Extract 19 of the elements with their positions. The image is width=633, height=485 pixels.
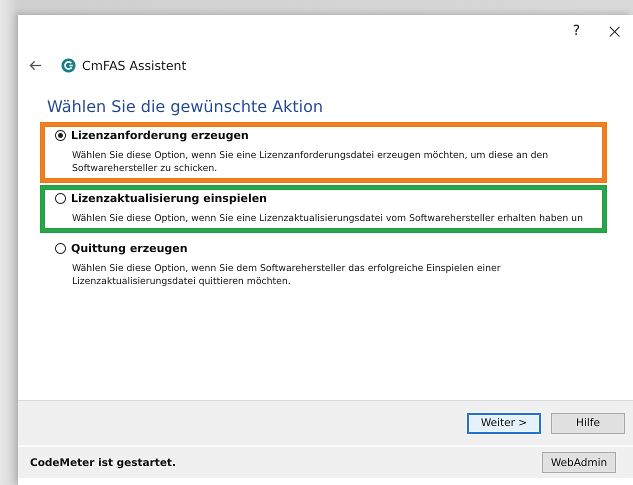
webadmin-button[interactable]: WebAdmin [542, 452, 616, 473]
app-title: CmFAS Assistent [82, 58, 186, 72]
option-label[interactable]: Lizenzanforderung erzeugen [71, 129, 249, 142]
page-heading: Wählen Sie die gewünschte Aktion [47, 97, 324, 116]
logo-icon [61, 58, 76, 72]
dialog-button[interactable]: Weiter > [467, 412, 541, 434]
option-label[interactable]: Lizenzaktualisierung einspielen [71, 192, 268, 205]
radio-button[interactable] [55, 193, 66, 204]
help-button[interactable]: ? [566, 23, 586, 39]
option-description: Wählen Sie diese Option, wenn Sie dem Softwarehersteller das erfolgreiche Einspielen einer Lizenzaktualisierungsdatei quittieren möchten. [72, 262, 502, 288]
option-label[interactable]: Quittung erzeugen [71, 242, 188, 255]
back-arrow-icon[interactable] [29, 60, 42, 70]
dialog-button[interactable]: Hilfe [551, 412, 625, 434]
status-text: CodeMeter ist gestartet. [30, 456, 176, 468]
radio-button[interactable] [55, 243, 66, 254]
radio-button[interactable] [55, 130, 66, 141]
close-button[interactable]: × [600, 19, 629, 43]
option-description: Wählen Sie diese Option, wenn Sie eine Lizenzaktualisierungsdatei vom Softwarehersteller erhalten haben un [72, 212, 584, 225]
option-description: Wählen Sie diese Option, wenn Sie eine Lizenzanforderungsdatei erzeugen möchten, um diese an den Softwarehersteller zu schicken. [72, 149, 550, 175]
